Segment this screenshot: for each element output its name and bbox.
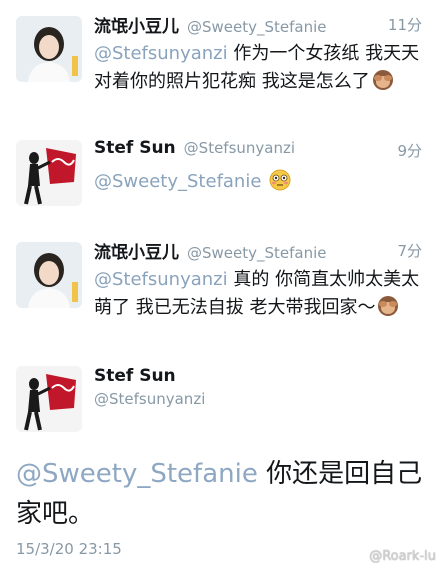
- tweet-item[interactable]: 流氓小豆儿 @Sweety_Stefanie 11分 @Stefsunyanzi …: [0, 0, 440, 111]
- watermark: @Roark-lu: [369, 549, 436, 564]
- username[interactable]: @Stefsunyanzi: [94, 390, 205, 408]
- tweet-detail: Stef Sun @Stefsunyanzi @Sweety_Stefanie …: [0, 350, 440, 568]
- avatar[interactable]: [16, 140, 82, 206]
- username[interactable]: @Sweety_Stefanie: [187, 244, 327, 262]
- flushed-face-icon: [269, 169, 291, 191]
- display-name[interactable]: 流氓小豆儿: [94, 17, 179, 37]
- timestamp[interactable]: 7分: [397, 240, 422, 261]
- username[interactable]: @Sweety_Stefanie: [187, 18, 327, 36]
- tweet-text: @Sweety_Stefanie: [94, 168, 426, 196]
- mention-link[interactable]: @Sweety_Stefanie: [16, 459, 258, 489]
- tweet-text: @Stefsunyanzi 真的 你简直太帅太美太萌了 我已无法自拔 老大带我回…: [94, 266, 426, 322]
- see-no-evil-monkey-icon: [377, 295, 399, 317]
- timestamp[interactable]: 9分: [397, 140, 422, 161]
- avatar[interactable]: [16, 366, 82, 432]
- display-name[interactable]: Stef Sun: [94, 138, 176, 158]
- tweet-item[interactable]: Stef Sun @Stefsunyanzi 9分 @Sweety_Stefani…: [0, 110, 440, 227]
- mention-link[interactable]: @Sweety_Stefanie: [94, 171, 261, 192]
- display-name[interactable]: 流氓小豆儿: [94, 243, 179, 263]
- avatar[interactable]: [16, 16, 82, 82]
- avatar[interactable]: [16, 242, 82, 308]
- see-no-evil-monkey-icon: [372, 69, 394, 91]
- tweet-body: [261, 171, 267, 192]
- display-name[interactable]: Stef Sun: [94, 366, 205, 386]
- username[interactable]: @Stefsunyanzi: [184, 139, 295, 157]
- timestamp[interactable]: 11分: [388, 14, 422, 35]
- mention-link[interactable]: @Stefsunyanzi: [94, 269, 228, 290]
- tweet-header: Stef Sun @Stefsunyanzi: [94, 366, 205, 408]
- tweet-text: @Stefsunyanzi 作为一个女孩纸 我天天对着你的照片犯花痴 我这是怎么…: [94, 40, 426, 96]
- mention-link[interactable]: @Stefsunyanzi: [94, 43, 228, 64]
- tweet-header: 流氓小豆儿 @Sweety_Stefanie 11分: [94, 12, 422, 37]
- tweet-date[interactable]: 15/3/20 23:15: [16, 540, 122, 558]
- tweet-header: Stef Sun @Stefsunyanzi 9分: [94, 138, 422, 162]
- tweet-header: 流氓小豆儿 @Sweety_Stefanie 7分: [94, 238, 422, 263]
- tweet-text: @Sweety_Stefanie 你还是回自己家吧。: [16, 454, 424, 534]
- tweet-item[interactable]: 流氓小豆儿 @Sweety_Stefanie 7分 @Stefsunyanzi 真…: [0, 226, 440, 351]
